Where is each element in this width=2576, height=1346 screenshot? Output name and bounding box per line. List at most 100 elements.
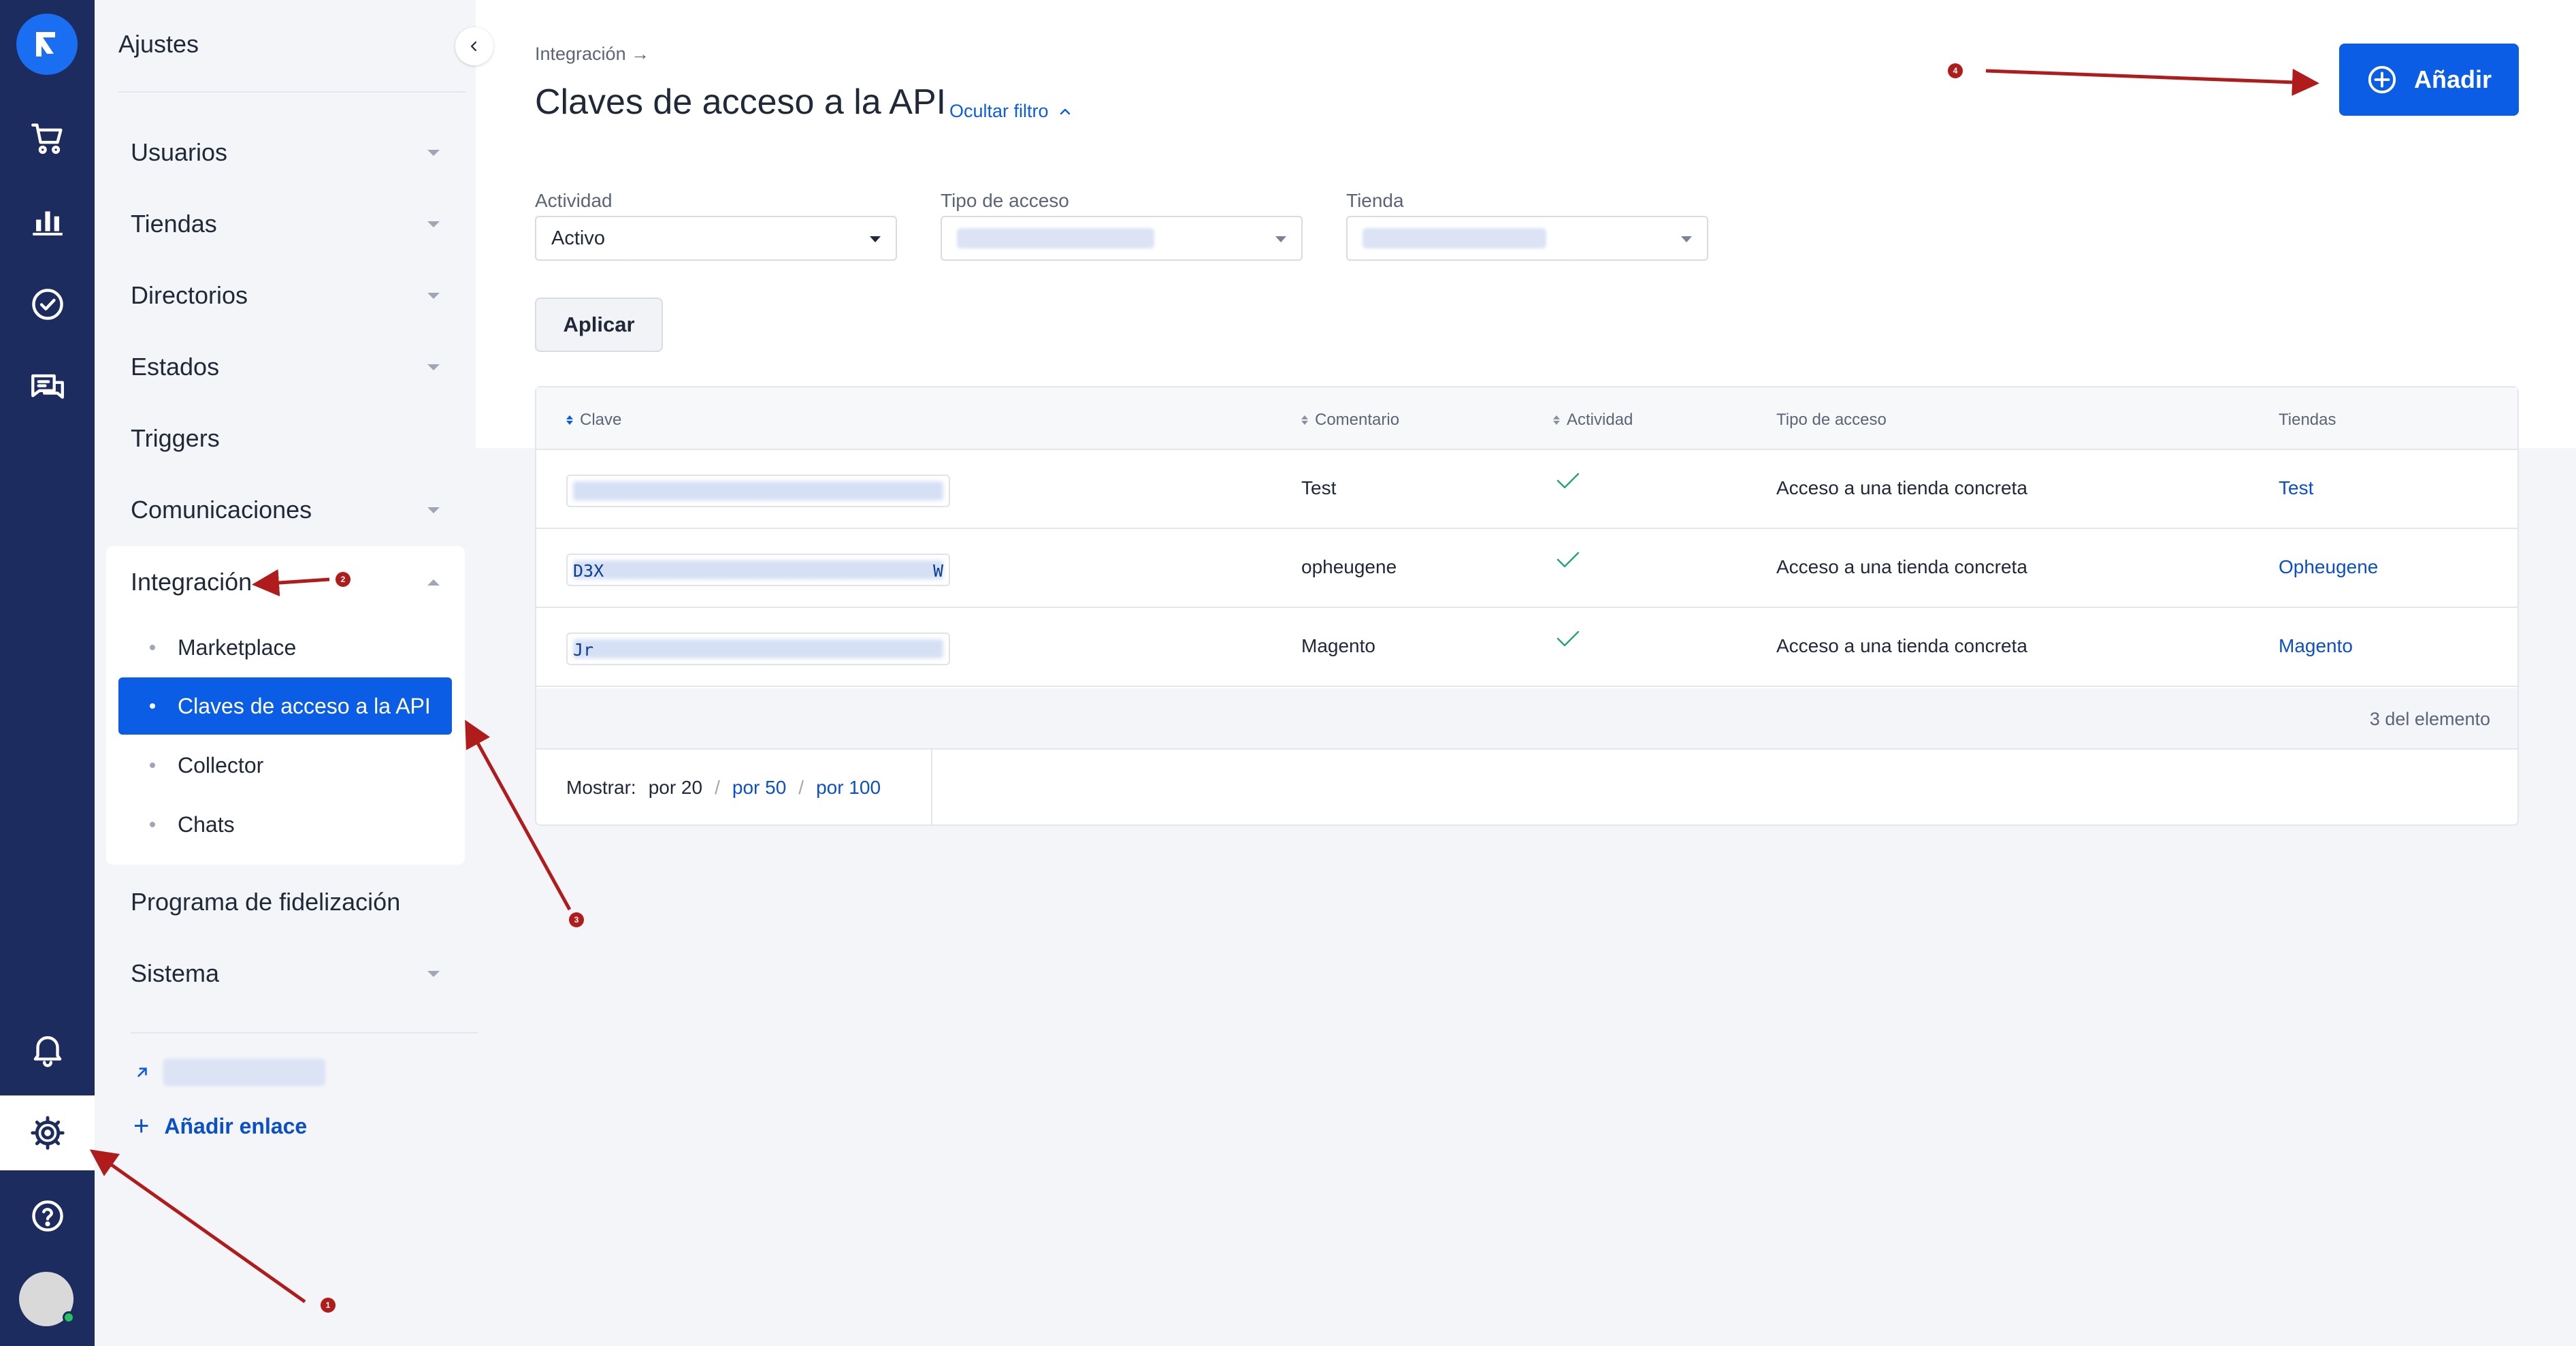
- comment-cell: opheugene: [1301, 556, 1397, 577]
- sidebar-item-label: Comunicaciones: [131, 496, 312, 524]
- check-icon: [1556, 472, 1580, 489]
- store-link[interactable]: Test: [2279, 477, 2313, 499]
- column-header-comentario[interactable]: Comentario: [1301, 411, 1399, 430]
- access-type-cell: Acceso a una tienda concreta: [1776, 556, 2027, 577]
- access-type-select[interactable]: [941, 216, 1303, 261]
- separator: /: [715, 777, 720, 798]
- api-key-prefix: D3X: [573, 561, 604, 581]
- sidebar-item-directorios[interactable]: Directorios: [131, 268, 451, 323]
- bullet-icon: [150, 822, 155, 827]
- annotation-badge: 2: [336, 572, 350, 587]
- page-size-option-50[interactable]: por 50: [732, 777, 786, 799]
- column-header-label: Actividad: [1567, 411, 1633, 429]
- sidebar-item-label: Usuarios: [131, 138, 228, 166]
- sidebar-item-label: Programa de fidelización: [131, 888, 401, 916]
- plus-icon: +: [133, 1111, 150, 1141]
- column-header-label: Clave: [580, 411, 622, 429]
- api-key-field[interactable]: Jr: [566, 632, 950, 665]
- table-row[interactable]: Test Acceso a una tienda concreta Test: [536, 450, 2517, 529]
- tasks-check-icon[interactable]: [0, 267, 95, 342]
- redacted-placeholder: [1363, 228, 1546, 249]
- external-link-item[interactable]: [133, 1059, 325, 1086]
- sub-item-collector[interactable]: Collector: [118, 737, 452, 794]
- brand-logo-icon[interactable]: [16, 14, 78, 75]
- comment-cell: Magento: [1301, 635, 1375, 656]
- filter-label-tienda: Tienda: [1346, 190, 1404, 211]
- sidebar-item-label: Tiendas: [131, 210, 217, 238]
- bullet-icon: [150, 645, 155, 650]
- chat-icon[interactable]: [0, 350, 95, 425]
- sidebar-item-label: Triggers: [131, 424, 220, 452]
- sidebar-item-triggers[interactable]: Triggers: [131, 411, 451, 466]
- sub-item-label: Claves de acceso a la API: [178, 693, 431, 718]
- filter-label-tipo-acceso: Tipo de acceso: [941, 190, 1069, 211]
- page-size-label: Mostrar:: [566, 777, 636, 798]
- chevron-down-icon: [427, 971, 440, 977]
- store-select[interactable]: [1346, 216, 1708, 261]
- redacted-key: [573, 639, 943, 658]
- sort-icon: [1301, 415, 1308, 425]
- sidebar-item-integracion[interactable]: Integración: [131, 555, 451, 609]
- table-row[interactable]: Jr Magento Acceso a una tienda concreta …: [536, 608, 2517, 687]
- bullet-icon: [150, 703, 155, 709]
- chevron-left-icon: [470, 41, 477, 52]
- help-icon[interactable]: [0, 1179, 95, 1253]
- add-link-label: Añadir enlace: [164, 1114, 308, 1138]
- table-header: Clave Comentario Actividad Tipo de acces…: [536, 387, 2517, 450]
- add-link-button[interactable]: + Añadir enlace: [133, 1111, 307, 1142]
- activity-select-value: Activo: [551, 227, 605, 249]
- add-button-label: Añadir: [2413, 65, 2492, 93]
- column-header-label: Tiendas: [2279, 411, 2336, 429]
- plus-circle-icon: [2368, 65, 2396, 94]
- sidebar-item-label: Sistema: [131, 959, 220, 987]
- sidebar-item-usuarios[interactable]: Usuarios: [131, 125, 451, 180]
- add-button[interactable]: Añadir: [2339, 44, 2519, 116]
- column-header-label: Tipo de acceso: [1776, 411, 1887, 429]
- sub-item-api-keys[interactable]: Claves de acceso a la API: [118, 677, 452, 735]
- sidebar-item-comunicaciones[interactable]: Comunicaciones: [131, 483, 451, 537]
- redacted-placeholder: [957, 228, 1154, 249]
- sub-item-chats[interactable]: Chats: [118, 796, 452, 853]
- store-link[interactable]: Magento: [2279, 635, 2353, 657]
- collapse-sidebar-button[interactable]: [455, 27, 493, 65]
- access-type-cell: Acceso a una tienda concreta: [1776, 477, 2027, 498]
- toggle-filter-label: Ocultar filtro: [949, 101, 1049, 121]
- bullet-icon: [150, 763, 155, 768]
- cart-icon[interactable]: [0, 101, 95, 176]
- activity-select[interactable]: Activo: [535, 216, 897, 261]
- annotation-badge: 1: [321, 1298, 336, 1313]
- column-header-tipo-acceso: Tipo de acceso: [1776, 411, 1887, 430]
- api-keys-table: Clave Comentario Actividad Tipo de acces…: [535, 386, 2519, 826]
- column-header-label: Comentario: [1315, 411, 1400, 429]
- api-key-field[interactable]: D3X W: [566, 554, 950, 586]
- check-icon: [1556, 630, 1580, 647]
- toggle-filter-link[interactable]: Ocultar filtro: [949, 101, 1072, 122]
- caret-down-icon: [870, 236, 881, 242]
- api-key-prefix: Jr: [573, 640, 594, 660]
- apply-button[interactable]: Aplicar: [535, 298, 663, 352]
- sidebar-item-tiendas[interactable]: Tiendas: [131, 197, 451, 251]
- column-header-clave[interactable]: Clave: [566, 411, 621, 430]
- gear-icon[interactable]: [0, 1095, 95, 1170]
- sub-item-label: Marketplace: [178, 635, 297, 660]
- bell-icon[interactable]: [0, 1012, 95, 1087]
- sidebar-item-label: Integración: [131, 568, 252, 596]
- online-status-dot: [63, 1311, 75, 1324]
- sidebar-item-sistema[interactable]: Sistema: [131, 946, 451, 1001]
- divider: [131, 1032, 478, 1033]
- access-type-cell: Acceso a una tienda concreta: [1776, 635, 2027, 656]
- sub-item-marketplace[interactable]: Marketplace: [118, 619, 452, 676]
- column-header-actividad[interactable]: Actividad: [1553, 411, 1633, 430]
- icon-rail: [0, 0, 95, 1346]
- store-link[interactable]: Opheugene: [2279, 556, 2378, 578]
- table-row[interactable]: D3X W opheugene Acceso a una tienda conc…: [536, 529, 2517, 608]
- analytics-icon[interactable]: [0, 184, 95, 259]
- sub-item-label: Collector: [178, 752, 264, 778]
- separator: /: [798, 777, 804, 798]
- api-key-field[interactable]: [566, 475, 950, 507]
- page-size-option-100[interactable]: por 100: [816, 777, 881, 799]
- sidebar-item-fidelizacion[interactable]: Programa de fidelización: [131, 875, 451, 929]
- sidebar-title: Ajustes: [118, 30, 199, 58]
- breadcrumb[interactable]: Integración →: [535, 44, 649, 65]
- sidebar-item-estados[interactable]: Estados: [131, 340, 451, 394]
